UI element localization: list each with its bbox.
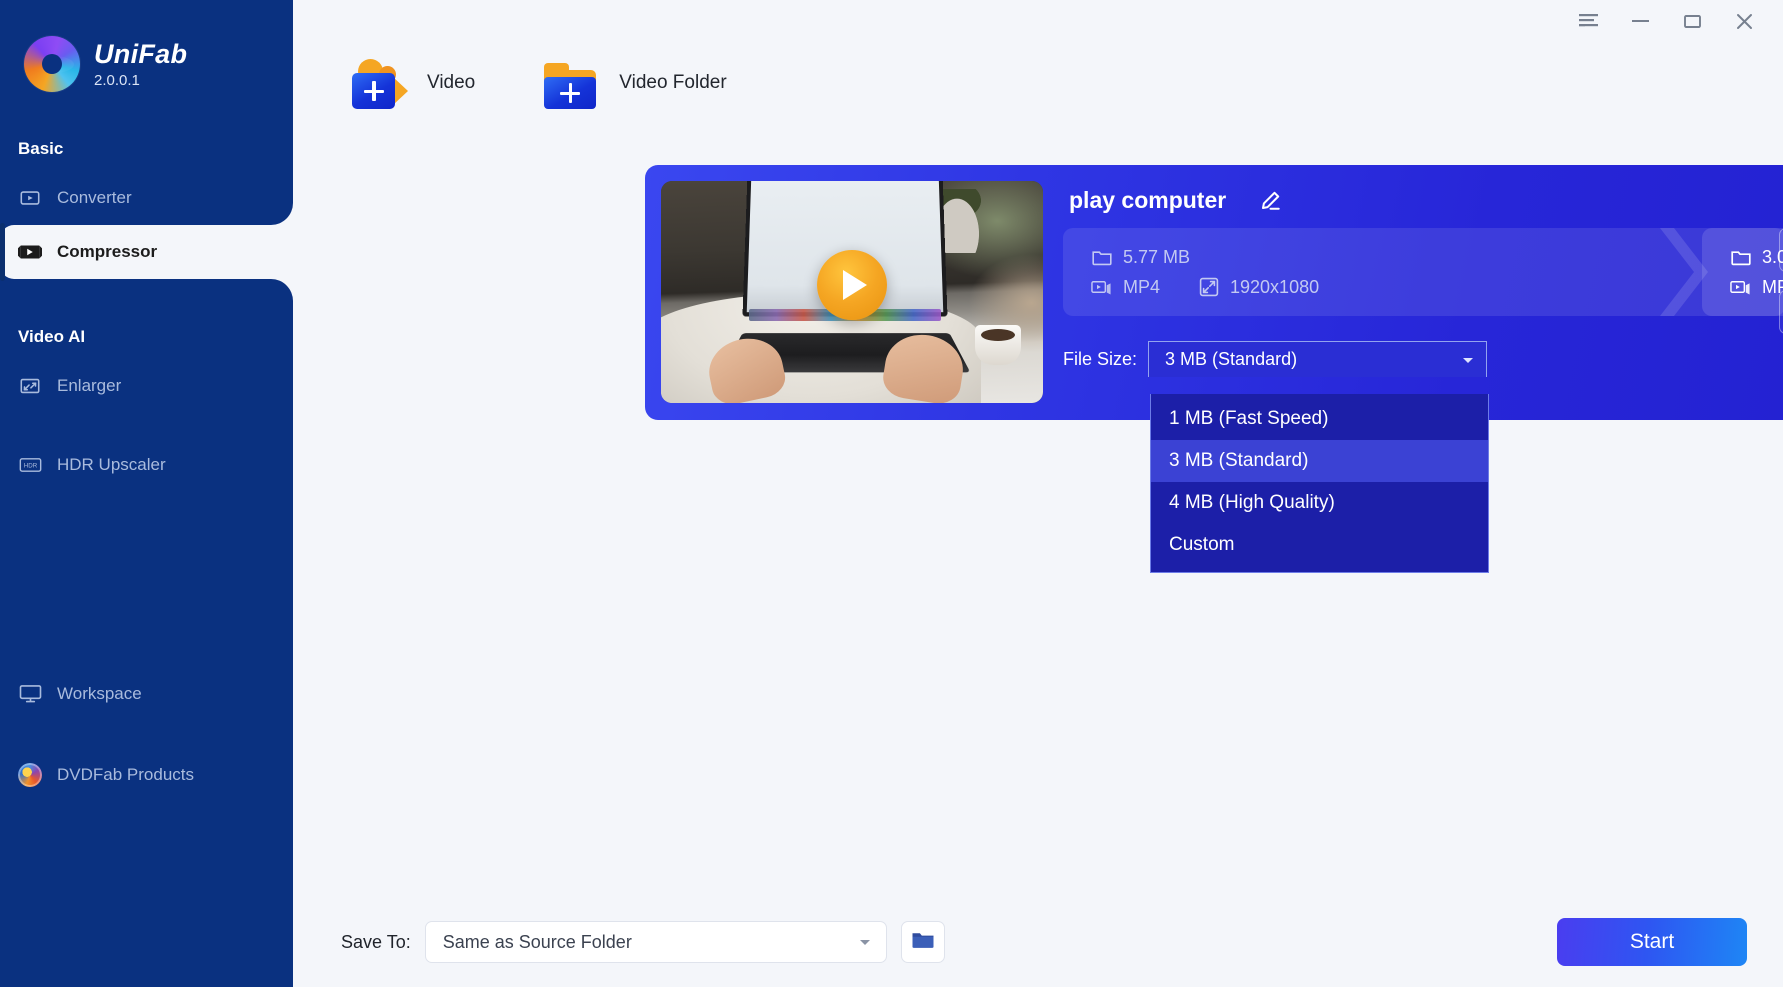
dropdown-option-1mb[interactable]: 1 MB (Fast Speed) (1151, 398, 1488, 440)
save-to-row: Save To: Same as Source Folder (341, 921, 945, 963)
source-format-value: MP4 (1123, 276, 1161, 297)
resolution-expand-icon (1198, 277, 1219, 298)
source-size: 5.77 MB (1091, 247, 1190, 268)
task-action-buttons: Format Settings (1779, 228, 1783, 334)
sidebar-section-video-ai: Video AI (18, 327, 86, 346)
file-size-row: File Size: 3 MB (Standard) (1063, 341, 1488, 377)
chevron-down-icon (859, 940, 870, 945)
hamburger-menu-icon[interactable] (1577, 10, 1599, 32)
folder-icon (911, 930, 935, 955)
edit-pencil-icon[interactable] (1258, 189, 1282, 213)
dropdown-option-custom[interactable]: Custom (1151, 524, 1488, 566)
target-size: 3.00 MB (1730, 247, 1783, 268)
format-button[interactable]: Format (1779, 228, 1783, 272)
camcorder-icon (1730, 277, 1751, 298)
video-thumbnail[interactable] (661, 181, 1043, 403)
source-info-panel: 5.77 MB MP4 1920x1080 (1063, 228, 1783, 316)
pill-notch-bottom (271, 279, 293, 301)
sidebar-item-workspace[interactable]: Workspace (0, 667, 293, 721)
source-size-value: 5.77 MB (1123, 246, 1191, 267)
save-to-label: Save To: (341, 931, 411, 952)
minimize-icon[interactable] (1629, 10, 1651, 32)
add-video-folder-label: Video Folder (619, 72, 727, 93)
file-size-label: File Size: (1063, 348, 1138, 369)
add-video-folder-icon (541, 57, 603, 109)
dvdfab-logo-icon (18, 763, 42, 787)
sidebar-item-hdr-upscaler[interactable]: HDR HDR Upscaler (0, 438, 293, 492)
task-title: play computer (1069, 187, 1227, 213)
add-video-icon (349, 57, 411, 109)
sidebar: UniFab 2.0.0.1 Basic Converter Compresso… (0, 0, 293, 987)
sidebar-item-dvdfab-products[interactable]: DVDFab Products (0, 748, 293, 802)
source-resolution-value: 1920x1080 (1230, 276, 1320, 297)
footer-bar: Save To: Same as Source Folder Start (293, 899, 1783, 987)
app-brand: UniFab 2.0.0.1 (0, 0, 293, 92)
svg-text:HDR: HDR (23, 463, 37, 470)
unifab-window: UniFab 2.0.0.1 Basic Converter Compresso… (0, 0, 1783, 987)
add-video-folder-button[interactable]: Video Folder (541, 57, 727, 109)
target-format: MP4 (1730, 277, 1783, 298)
enlarge-icon (18, 374, 42, 398)
folder-icon (1091, 247, 1112, 268)
file-size-selected-value: 3 MB (Standard) (1165, 349, 1298, 369)
maximize-icon[interactable] (1681, 10, 1703, 32)
sidebar-item-label: Workspace (57, 684, 142, 703)
task-card: play computer Ready to Start (645, 165, 1783, 420)
sidebar-item-compressor[interactable]: Compressor (0, 203, 293, 301)
main-content: Video Video Folder play computer 5.77 MB… (293, 0, 1783, 987)
settings-button[interactable]: Settings (1779, 290, 1783, 334)
save-to-select[interactable]: Same as Source Folder (424, 921, 887, 963)
source-resolution: 1920x1080 (1198, 277, 1319, 298)
start-button[interactable]: Start (1557, 918, 1747, 966)
video-play-icon (18, 186, 42, 210)
sidebar-section-basic: Basic (18, 139, 64, 158)
compressor-icon (18, 240, 42, 264)
sidebar-item-label: Enlarger (57, 376, 122, 395)
monitor-icon (18, 682, 42, 706)
sidebar-item-label: HDR Upscaler (57, 455, 166, 474)
add-video-button[interactable]: Video (349, 57, 475, 109)
source-format: MP4 (1091, 277, 1160, 298)
add-source-toolbar: Video Video Folder (349, 57, 727, 109)
app-version: 2.0.0.1 (94, 71, 140, 89)
sidebar-item-enlarger[interactable]: Enlarger (0, 359, 293, 413)
sidebar-item-converter[interactable]: Converter (0, 171, 293, 225)
window-controls (1577, 0, 1783, 42)
add-video-label: Video (427, 72, 476, 93)
browse-folder-button[interactable] (900, 921, 945, 963)
hdr-icon: HDR (18, 453, 42, 477)
sidebar-item-label: Compressor (57, 242, 158, 261)
unifab-logo-icon (24, 36, 80, 92)
play-overlay-icon[interactable] (817, 250, 887, 320)
folder-icon (1730, 247, 1751, 268)
chevron-down-icon (1463, 357, 1474, 363)
dropdown-option-3mb[interactable]: 3 MB (Standard) (1151, 440, 1488, 482)
file-size-select[interactable]: 3 MB (Standard) (1148, 341, 1488, 377)
sidebar-item-label: DVDFab Products (57, 765, 194, 784)
target-info-panel: 3.00 MB MP4 (1702, 228, 1783, 316)
sidebar-item-label: Converter (57, 188, 132, 207)
file-size-dropdown-menu[interactable]: 1 MB (Fast Speed) 3 MB (Standard) 4 MB (… (1150, 394, 1489, 573)
brand-name: UniFab (94, 38, 188, 69)
save-to-value: Same as Source Folder (442, 931, 632, 952)
task-title-row: play computer (1069, 187, 1282, 214)
camcorder-icon (1091, 277, 1112, 298)
dropdown-option-4mb[interactable]: 4 MB (High Quality) (1151, 482, 1488, 524)
close-icon[interactable] (1733, 10, 1755, 32)
